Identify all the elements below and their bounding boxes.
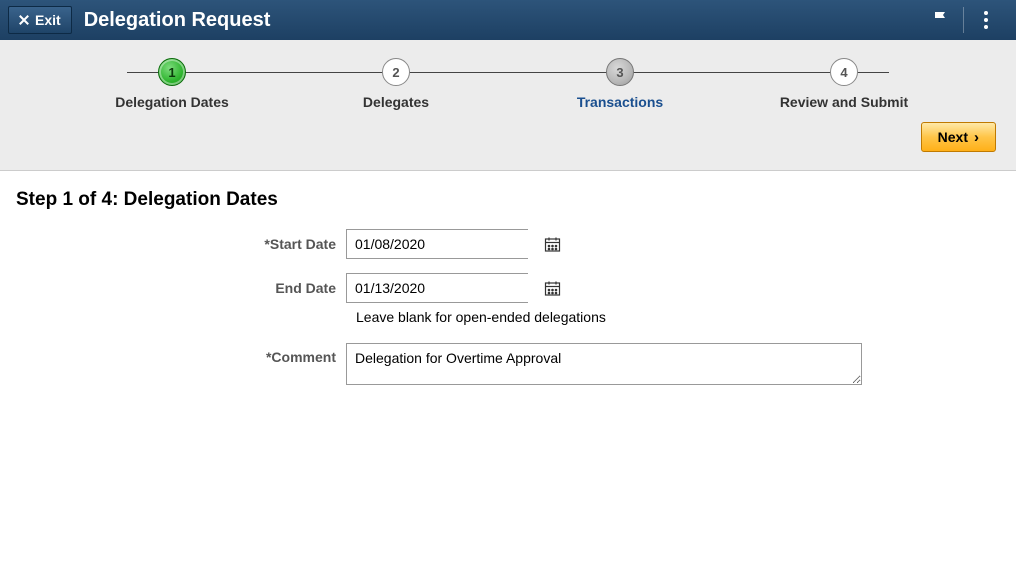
start-date-field <box>346 229 528 259</box>
end-date-input[interactable] <box>347 274 544 302</box>
row-comment: *Comment <box>16 343 1000 385</box>
exit-button[interactable]: Exit <box>8 6 72 34</box>
label-comment: *Comment <box>16 343 346 365</box>
label-end-date: End Date <box>16 280 346 296</box>
start-date-calendar-button[interactable] <box>544 230 561 258</box>
step-label: Delegates <box>363 94 429 110</box>
next-label: Next <box>938 129 968 145</box>
wizard-nav-row: Next › <box>0 110 1016 162</box>
step-circle: 3 <box>606 58 634 86</box>
kebab-icon <box>984 11 988 29</box>
step-heading: Step 1 of 4: Delegation Dates <box>16 189 1000 211</box>
step-label: Transactions <box>577 94 663 110</box>
wizard-step-1[interactable]: 1 Delegation Dates <box>60 58 284 110</box>
wizard-steps: 1 Delegation Dates 2 Delegates 3 Transac… <box>0 58 1016 110</box>
wizard-section: 1 Delegation Dates 2 Delegates 3 Transac… <box>0 40 1016 171</box>
end-date-hint: Leave blank for open-ended delegations <box>356 309 1000 325</box>
header-actions <box>919 0 1008 40</box>
row-start-date: *Start Date <box>16 229 1000 259</box>
next-button[interactable]: Next › <box>921 122 996 152</box>
start-date-input[interactable] <box>347 230 544 258</box>
page-title: Delegation Request <box>84 9 271 32</box>
calendar-icon <box>544 280 561 297</box>
end-date-field <box>346 273 528 303</box>
comment-input[interactable] <box>346 343 862 385</box>
row-end-date: End Date <box>16 273 1000 303</box>
exit-label: Exit <box>35 12 61 28</box>
wizard-step-2[interactable]: 2 Delegates <box>284 58 508 110</box>
end-date-calendar-button[interactable] <box>544 274 561 302</box>
flag-icon <box>931 9 951 32</box>
step-circle: 4 <box>830 58 858 86</box>
step-label: Review and Submit <box>780 94 908 110</box>
label-start-date: *Start Date <box>16 236 346 252</box>
step-circle: 2 <box>382 58 410 86</box>
close-icon <box>19 15 29 25</box>
wizard-step-4[interactable]: 4 Review and Submit <box>732 58 956 110</box>
calendar-icon <box>544 236 561 253</box>
more-menu-button[interactable] <box>964 0 1008 40</box>
header-bar: Exit Delegation Request <box>0 0 1016 40</box>
step-label: Delegation Dates <box>115 94 229 110</box>
chevron-right-icon: › <box>974 129 979 146</box>
step-circle: 1 <box>158 58 186 86</box>
notifications-button[interactable] <box>919 0 963 40</box>
wizard-step-3[interactable]: 3 Transactions <box>508 58 732 110</box>
step-connector <box>381 72 635 73</box>
form-content: Step 1 of 4: Delegation Dates *Start Dat… <box>0 171 1016 417</box>
